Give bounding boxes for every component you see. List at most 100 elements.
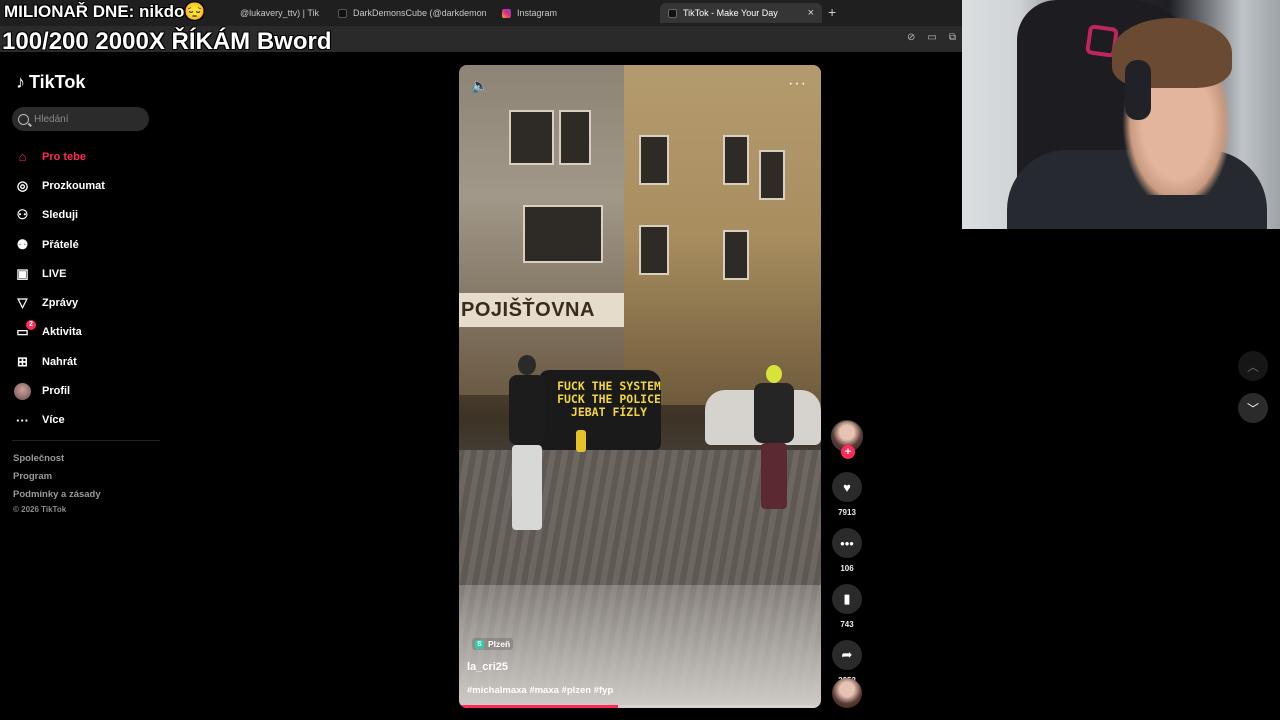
video-scene-shop-sign: POJIŠŤOVNA — [459, 293, 624, 327]
sidebar-nav: ⌂ Pro tebe ◎ Prozkoumat ⚇ Sleduji ⚉ Přát… — [14, 142, 164, 435]
send-icon: ▽ — [17, 295, 28, 311]
video-hashtags[interactable]: #michalmaxa #maxa #plzen #fyp — [467, 685, 613, 696]
volume-icon[interactable]: 🔈 — [471, 77, 488, 94]
stream-overlay-millionaire: MILIONAŘ DNE: nikdo😔 — [4, 2, 206, 22]
sidebar-item-vice[interactable]: ··· Více — [14, 406, 164, 435]
sad-emoji-icon: 😔 — [184, 2, 206, 21]
heart-icon[interactable]: ♥ — [832, 472, 862, 502]
location-pin-icon: S — [475, 639, 484, 649]
instagram-favicon-icon — [502, 8, 511, 18]
overlay-top-text: MILIONAŘ DNE: nikdo — [4, 2, 185, 21]
video-scene-person-legs — [761, 443, 787, 509]
next-video-button[interactable]: ﹀ — [1238, 393, 1268, 423]
sound-avatar[interactable] — [832, 678, 862, 708]
video-scene-window — [723, 230, 749, 280]
video-author[interactable]: la_cri25 — [467, 661, 508, 673]
search-bar[interactable] — [12, 107, 149, 131]
browser-tab-1[interactable]: @lukavery_ttv) | Tik — [240, 3, 320, 23]
like-action[interactable]: ♥ 7913 — [830, 472, 864, 517]
previous-video-button[interactable]: ︿ — [1238, 351, 1268, 381]
comment-icon[interactable]: ••• — [832, 528, 862, 558]
comment-action[interactable]: ••• 106 — [830, 528, 864, 573]
video-scene-person-legs — [512, 445, 542, 530]
upload-icon: ⊞ — [17, 353, 28, 369]
sidebar-item-profil[interactable]: Profil — [14, 376, 164, 405]
sidebar-item-label: Pro tebe — [42, 150, 87, 163]
sidebar-item-label: Zprávy — [42, 297, 79, 310]
browser-tab-2[interactable]: DarkDemonsCube (@darkdemonscu — [338, 3, 486, 23]
new-tab-button[interactable]: + — [828, 4, 836, 20]
video-progress-bar[interactable] — [459, 705, 821, 708]
sidebar-item-label: Nahrát — [42, 355, 77, 368]
bookmark-icon[interactable]: ▮ — [832, 584, 862, 614]
tiktok-favicon-icon — [668, 8, 677, 18]
browser-tab-active[interactable]: TikTok - Make Your Day × — [660, 3, 822, 23]
tiktok-favicon-icon — [338, 8, 347, 18]
stream-overlay-counter: 100/200 2000X ŘÍKÁM Bword — [2, 28, 332, 55]
location-label: Plzeň — [488, 639, 511, 649]
sidebar-item-label: Sleduji — [42, 209, 79, 222]
video-scene-window — [523, 205, 603, 263]
search-input[interactable] — [34, 113, 144, 125]
cast-icon[interactable]: ▭ — [927, 32, 936, 43]
like-count: 7913 — [838, 508, 856, 517]
comment-count: 106 — [840, 564, 854, 573]
more-options-icon[interactable]: ··· — [788, 75, 807, 93]
tiktok-logo[interactable]: ♪ TikTok — [16, 72, 85, 93]
footer-link-program[interactable]: Program — [13, 471, 101, 489]
friends-icon: ⚉ — [16, 236, 29, 252]
location-tag[interactable]: S Plzeň — [472, 638, 514, 650]
extensions-icon[interactable]: ⧉ — [949, 32, 956, 43]
tab-label: TikTok - Make Your Day — [683, 8, 778, 18]
no-tracking-icon[interactable]: ⊘ — [907, 32, 915, 43]
sidebar-item-aktivita[interactable]: ▭ 2 Aktivita — [14, 318, 164, 347]
sidebar-item-label: Přátelé — [42, 238, 79, 251]
notification-badge: 2 — [26, 319, 36, 330]
video-scene-window — [759, 150, 785, 200]
share-icon[interactable]: ➦ — [832, 640, 862, 670]
user-follow-icon: ⚇ — [16, 207, 29, 223]
bookmark-count: 743 — [840, 620, 854, 629]
sidebar-item-label: Profil — [42, 385, 71, 398]
sidebar-item-prozkoumat[interactable]: ◎ Prozkoumat — [14, 171, 164, 200]
sidebar-item-pratele[interactable]: ⚉ Přátelé — [14, 230, 164, 259]
tiktok-note-icon: ♪ — [16, 72, 25, 92]
video-scene-person-body — [754, 383, 794, 443]
tab-label: DarkDemonsCube (@darkdemonscu — [353, 8, 486, 18]
video-scene-person-head — [766, 365, 782, 383]
video-scene-window — [559, 110, 591, 165]
sidebar-item-sleduji[interactable]: ⚇ Sleduji — [14, 201, 164, 230]
close-tab-icon[interactable]: × — [808, 7, 814, 19]
headset-icon — [1125, 60, 1151, 120]
follow-plus-icon[interactable]: + — [841, 445, 855, 459]
video-player[interactable]: POJIŠŤOVNA FUCK THE SYSTEM FUCK THE POLI… — [459, 65, 821, 708]
sidebar-item-nahrat[interactable]: ⊞ Nahrát — [14, 347, 164, 376]
video-scene-person-head — [518, 355, 536, 375]
copyright-text: © 2026 TikTok — [13, 505, 67, 514]
sidebar-footer: Společnost Program Podmínky a zásady © 2… — [13, 453, 101, 523]
compass-icon: ◎ — [16, 177, 29, 193]
bookmark-action[interactable]: ▮ 743 — [830, 584, 864, 629]
video-progress-fill — [459, 705, 619, 708]
sidebar-item-pro-tebe[interactable]: ⌂ Pro tebe — [14, 142, 164, 171]
live-tv-icon: ▣ — [16, 265, 29, 281]
video-scene-person — [509, 355, 545, 535]
activity-icon: ▭ 2 — [14, 319, 36, 341]
browser-tab-3[interactable]: Instagram — [502, 3, 622, 23]
video-scene-window — [723, 135, 749, 185]
footer-link-company[interactable]: Společnost — [13, 453, 101, 471]
avatar — [14, 382, 31, 400]
video-scene-van-text: FUCK THE SYSTEM FUCK THE POLICE JEBAT FÍ… — [557, 379, 661, 419]
tab-label: Instagram — [517, 8, 558, 18]
sidebar-item-label: LIVE — [42, 267, 67, 280]
sidebar-item-live[interactable]: ▣ LIVE — [14, 259, 164, 288]
sidebar-item-zpravy[interactable]: ▽ Zprávy — [14, 288, 164, 317]
tab-label: @lukavery_ttv) | Tik — [240, 8, 319, 18]
streamer-webcam — [962, 0, 1280, 229]
logo-text: TikTok — [29, 72, 86, 92]
creator-avatar[interactable]: + — [831, 420, 863, 459]
browser-toolbar-icons: ⊘ ▭ ⧉ — [907, 32, 956, 43]
video-scene-window — [639, 225, 669, 275]
profile-avatar — [14, 382, 31, 400]
video-scene-bollard — [576, 430, 586, 452]
